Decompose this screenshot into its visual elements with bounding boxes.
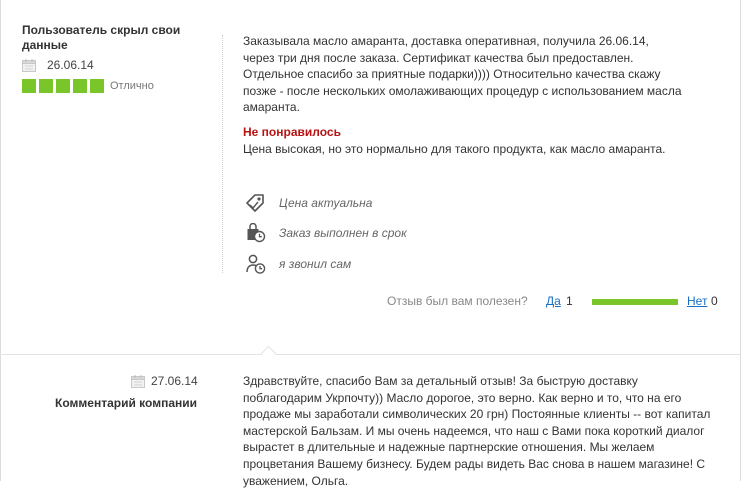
- feature-order-on-time: Заказ выполнен в срок: [246, 222, 407, 244]
- frame-left-border: [0, 0, 1, 481]
- rating-star: [73, 79, 87, 93]
- person-clock-icon: [246, 254, 266, 274]
- column-divider: [222, 35, 223, 273]
- feature-label: я звонил сам: [279, 257, 352, 271]
- helpful-question: Отзыв был вам полезен?: [387, 294, 528, 308]
- feature-price-actual: Цена актуальна: [246, 192, 372, 214]
- review-text: Заказывала масло амаранта, доставка опер…: [243, 34, 682, 114]
- rating-label: Отлично: [110, 80, 154, 92]
- shopping-bag-clock-icon: [246, 222, 266, 243]
- helpful-no-count: 0: [711, 294, 718, 308]
- rating-stars: Отлично: [22, 79, 154, 93]
- calendar-icon: [22, 58, 36, 72]
- rating-star: [39, 79, 53, 93]
- review-date-row: 26.06.14: [22, 57, 94, 73]
- dislike-title: Не понравилось: [243, 125, 341, 139]
- dislike-text: Цена высокая, но это нормально для таког…: [243, 142, 666, 156]
- helpful-yes-link[interactable]: Да: [546, 294, 561, 308]
- reply-date: 27.06.14: [151, 374, 198, 388]
- feature-label: Заказ выполнен в срок: [279, 226, 407, 240]
- company-reply-text: Здравствуйте, спасибо Вам за детальный о…: [243, 374, 711, 488]
- reply-pointer: [260, 345, 277, 362]
- feature-label: Цена актуальна: [279, 196, 373, 210]
- helpful-no-link[interactable]: Нет: [687, 294, 707, 308]
- rating-star: [56, 79, 70, 93]
- reply-date-row: 27.06.14: [131, 373, 198, 389]
- calendar-icon: [131, 374, 145, 388]
- review-author-name: Пользователь скрыл свои данные: [22, 23, 181, 52]
- helpful-yes-count: 1: [566, 294, 573, 308]
- rating-star: [90, 79, 104, 93]
- helpful-ratio-bar: [592, 299, 678, 305]
- company-comment-label: Комментарий компании: [55, 396, 197, 410]
- feature-called-self: я звонил сам: [246, 253, 351, 275]
- rating-star: [22, 79, 36, 93]
- price-tag-icon: [246, 193, 266, 213]
- reply-separator: [0, 354, 741, 355]
- review-date: 26.06.14: [47, 58, 94, 72]
